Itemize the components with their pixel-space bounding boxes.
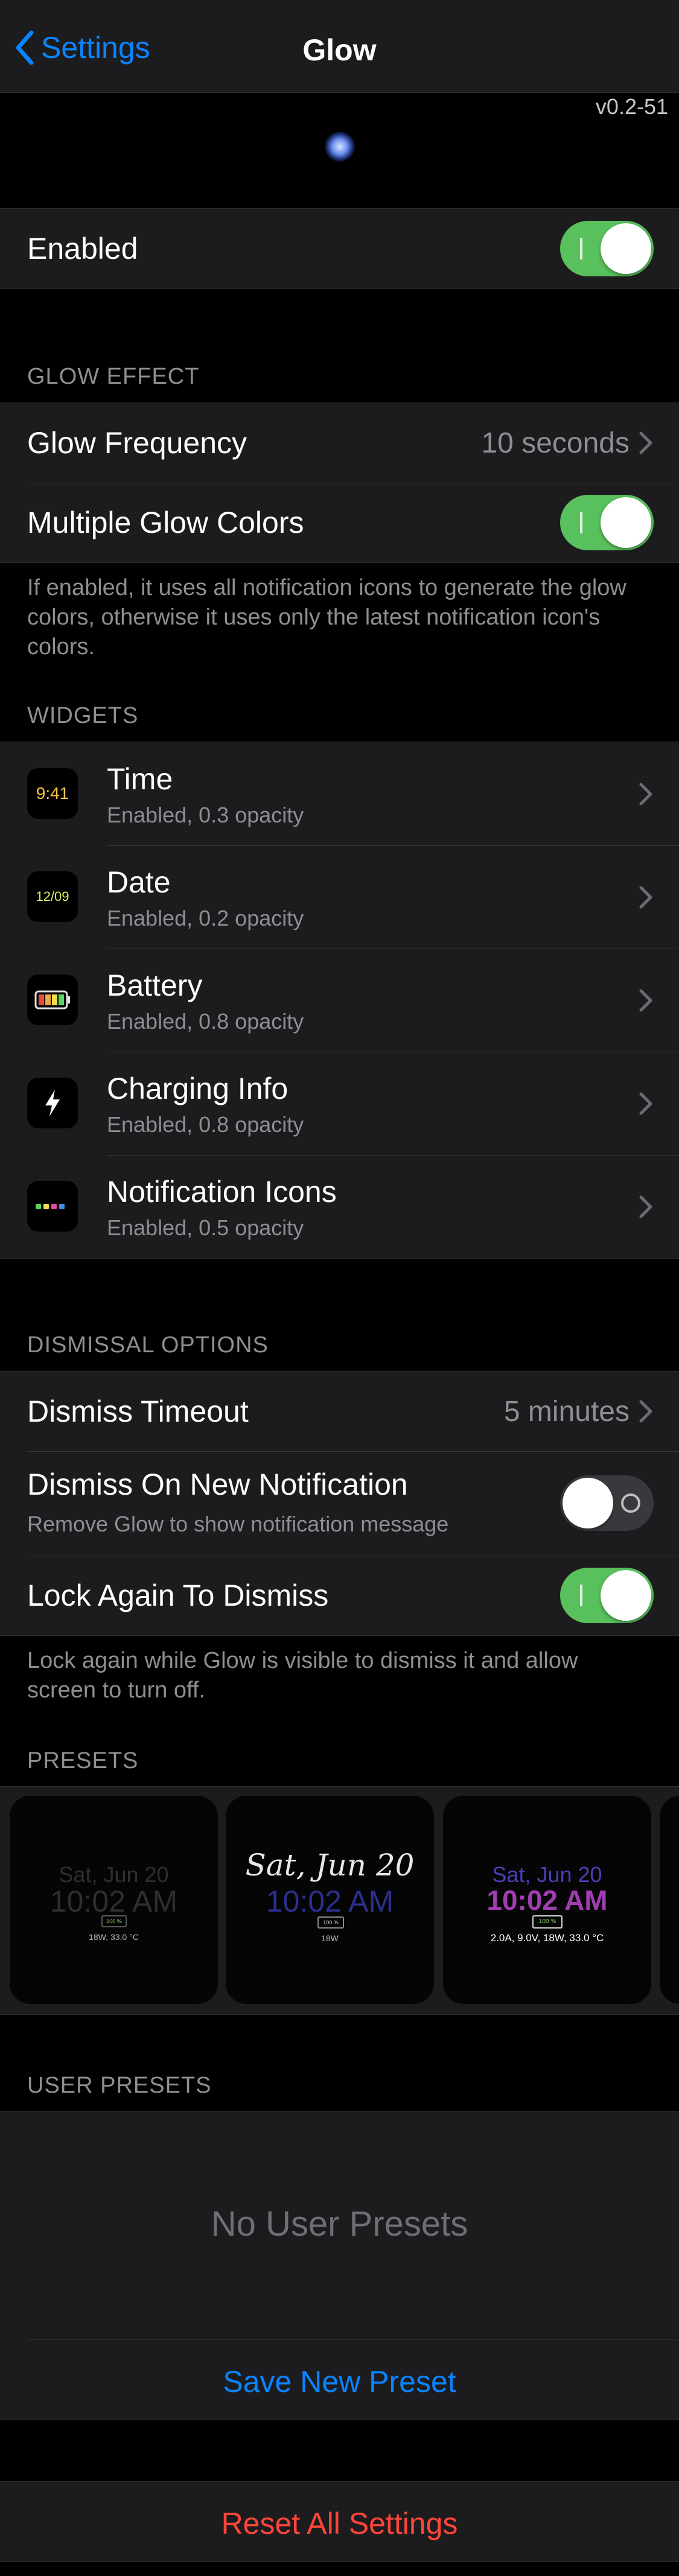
preset-info: 18W, 33.0 °C: [89, 1932, 139, 1942]
enabled-label: Enabled: [27, 232, 138, 266]
glow-frequency-row[interactable]: Glow Frequency 10 seconds: [0, 403, 679, 483]
preset-card[interactable]: Sat, Jun 20 10:02 AM 100 % 2.0A, 9.0V, 1…: [443, 1796, 651, 2004]
notification-dots-icon: [27, 1181, 78, 1232]
chevron-right-icon: [639, 886, 652, 908]
time-icon: 9:41: [27, 768, 78, 819]
preset-info: 2.0A, 9.0V, 18W, 33.0 °C: [490, 1932, 604, 1944]
widget-title: Charging Info: [107, 1072, 288, 1105]
multiple-glow-colors-row: Multiple Glow Colors: [0, 483, 679, 562]
lock-again-to-dismiss-row: Lock Again To Dismiss: [0, 1556, 679, 1635]
chevron-right-icon: [639, 783, 652, 805]
widget-row-time[interactable]: 9:41 Time Enabled, 0.3 opacity: [0, 742, 679, 845]
widget-title: Date: [107, 865, 171, 899]
dismiss-timeout-label: Dismiss Timeout: [27, 1395, 249, 1428]
glow-effect-footer: If enabled, it uses all notification ico…: [27, 575, 626, 660]
dismiss-on-new-notification-row: Dismiss On New Notification Remove Glow …: [0, 1451, 679, 1556]
widget-row-date[interactable]: 12/09 Date Enabled, 0.2 opacity: [0, 845, 679, 949]
preset-time: 10:02 AM: [486, 1884, 608, 1916]
widget-subtitle: Enabled, 0.8 opacity: [107, 1009, 304, 1034]
dismissal-options-group: Dismiss Timeout 5 minutes Dismiss On New…: [0, 1371, 679, 1636]
widget-subtitle: Enabled, 0.8 opacity: [107, 1112, 304, 1137]
glow-frequency-value: 10 seconds: [481, 427, 630, 459]
presets-header: PRESETS: [27, 1748, 139, 1773]
widgets-header: WIDGETS: [27, 703, 139, 728]
widget-title: Battery: [107, 968, 203, 1002]
user-presets-header: USER PRESETS: [27, 2073, 212, 2098]
dismiss-timeout-value: 5 minutes: [503, 1395, 630, 1428]
lock-again-to-dismiss-toggle[interactable]: [560, 1568, 654, 1623]
widget-subtitle: Enabled, 0.3 opacity: [107, 803, 304, 827]
enabled-toggle[interactable]: [560, 221, 654, 276]
dismissal-options-footer: Lock again while Glow is visible to dism…: [27, 1648, 578, 1703]
date-icon: 12/09: [27, 871, 78, 922]
chevron-right-icon: [639, 1195, 652, 1218]
preset-time: 10:02 AM: [266, 1884, 394, 1918]
preset-battery: 100 %: [532, 1915, 563, 1929]
glow-effect-header: GLOW EFFECT: [27, 364, 200, 389]
glow-effect-group: Glow Frequency 10 seconds Multiple Glow …: [0, 402, 679, 563]
lock-again-to-dismiss-label: Lock Again To Dismiss: [27, 1579, 329, 1612]
multiple-glow-colors-toggle[interactable]: [560, 495, 654, 550]
glow-frequency-label: Glow Frequency: [27, 426, 247, 460]
multiple-glow-colors-label: Multiple Glow Colors: [27, 506, 304, 539]
preset-battery: 100 %: [317, 1916, 344, 1929]
reset-group: Reset All Settings: [0, 2481, 679, 2562]
reset-all-settings-button[interactable]: Reset All Settings: [0, 2506, 679, 2541]
preset-date: Sat, Jun 20: [245, 1848, 415, 1883]
dismiss-on-new-notification-label: Dismiss On New Notification: [27, 1468, 408, 1501]
widget-subtitle: Enabled, 0.2 opacity: [107, 906, 304, 930]
preset-time: 10:02 AM: [49, 1884, 178, 1918]
widget-subtitle: Enabled, 0.5 opacity: [107, 1215, 304, 1240]
preset-card[interactable]: Sat, Jun 20 10:02 AM 100 % 18W: [226, 1796, 434, 2004]
chevron-right-icon: [639, 1400, 652, 1423]
preset-card-partial[interactable]: [660, 1796, 679, 2004]
dismiss-timeout-row[interactable]: Dismiss Timeout 5 minutes: [0, 1372, 679, 1451]
page-title: Glow: [302, 33, 377, 67]
enabled-group: Enabled: [0, 208, 679, 289]
dismiss-on-new-notification-toggle[interactable]: [560, 1475, 654, 1531]
version-label: v0.2-51: [595, 94, 668, 119]
preset-card[interactable]: Sat, Jun 20 10:02 AM 100 % 18W, 33.0 °C: [10, 1796, 218, 2004]
no-user-presets-text: No User Presets: [211, 2204, 468, 2244]
chevron-right-icon: [639, 1092, 652, 1115]
battery-icon: [27, 975, 78, 1025]
dismiss-on-new-notification-subtitle: Remove Glow to show notification message: [27, 1512, 449, 1536]
lightning-icon: [27, 1078, 78, 1128]
widgets-group: 9:41 Time Enabled, 0.3 opacity 12/09 Dat…: [0, 742, 679, 1259]
widget-row-battery[interactable]: Battery Enabled, 0.8 opacity: [0, 949, 679, 1052]
widget-title: Time: [107, 762, 173, 796]
user-presets-group: No User Presets Save New Preset: [0, 2111, 679, 2420]
widget-row-notification-icons[interactable]: Notification Icons Enabled, 0.5 opacity: [0, 1155, 679, 1258]
dismissal-options-header: DISMISSAL OPTIONS: [27, 1332, 269, 1358]
enabled-row: Enabled: [0, 209, 679, 288]
preset-info: 18W: [321, 1933, 339, 1943]
preset-battery: 100 %: [101, 1915, 127, 1927]
widget-title: Notification Icons: [107, 1175, 337, 1209]
save-new-preset-button[interactable]: Save New Preset: [0, 2364, 679, 2399]
chevron-right-icon: [639, 989, 652, 1011]
glow-preview-icon: [325, 132, 355, 162]
widget-row-charging-info[interactable]: Charging Info Enabled, 0.8 opacity: [0, 1052, 679, 1155]
chevron-right-icon: [639, 431, 652, 454]
